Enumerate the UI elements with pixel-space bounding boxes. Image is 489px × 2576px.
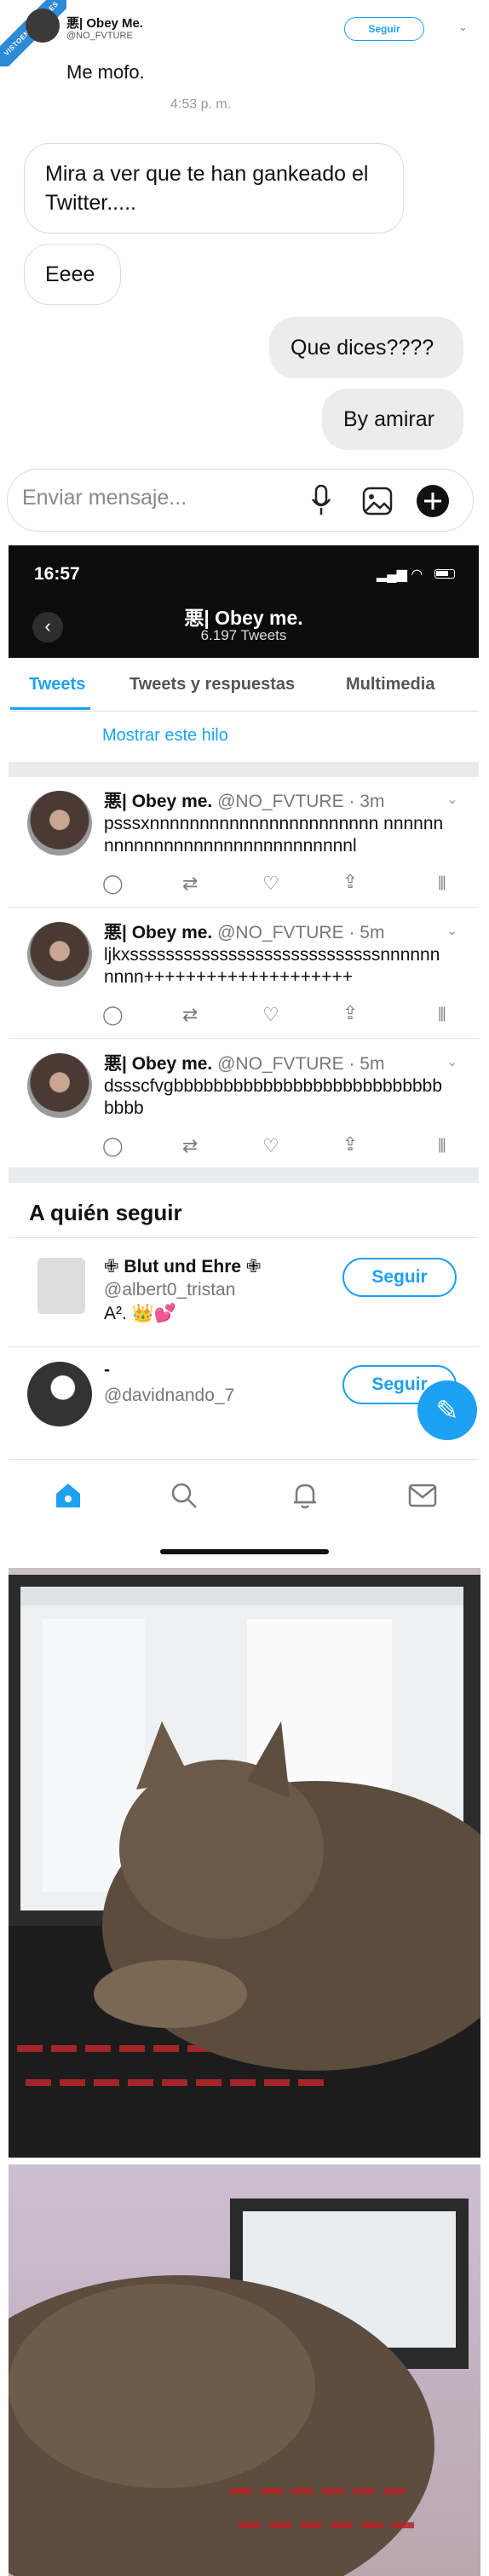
message-time: 4:53 p. m.: [170, 97, 232, 112]
follow-button[interactable]: Seguir: [342, 1258, 457, 1297]
analytics-icon[interactable]: ⦀: [438, 1135, 446, 1157]
tweet-count: 6.197 Tweets: [200, 627, 287, 643]
suggestion-bio: A². 👑💕: [104, 1304, 176, 1323]
tab-tweets[interactable]: Tweets: [29, 675, 85, 694]
avatar[interactable]: [26, 9, 60, 43]
like-icon[interactable]: ♡: [262, 1004, 279, 1026]
who-to-follow-title: A quién seguir: [29, 1200, 182, 1225]
photo-illustration: [9, 2199, 469, 2576]
tweet-text: psssxnnnnnnnnnnnnnnnnnnnnnnn nnnnnnnnnnn…: [104, 814, 444, 856]
tweet-text: Me mofo.: [66, 61, 145, 83]
message-text: Mira a ver que te han gankeado el Twitte…: [45, 162, 369, 215]
compose-icon[interactable]: ✎: [417, 1380, 477, 1440]
signal-icon: ▂▄▆ ◠: [377, 568, 423, 582]
divider: [9, 1346, 479, 1347]
tweet-text: ljkxssssssssssssssssssssssssssssnnnnnnnn…: [104, 945, 440, 987]
reply-icon[interactable]: ◯: [102, 873, 124, 895]
tab-indicator: [10, 707, 90, 710]
divider: [9, 907, 479, 908]
tweet-text: dssscfvgbbbbbbbbbbbbbbbbbbbbbbbbbbbbbbb: [104, 1076, 443, 1118]
avatar[interactable]: [27, 1053, 92, 1118]
composer-input[interactable]: Enviar mensaje...: [22, 486, 187, 510]
message-bubble-right: By amirar: [322, 389, 463, 450]
message-bubble-left: Eeee: [24, 244, 121, 305]
image-icon[interactable]: [361, 486, 394, 516]
retweet-icon[interactable]: ⇄: [182, 1135, 198, 1157]
divider: [9, 1038, 479, 1039]
bell-icon[interactable]: [290, 1480, 320, 1511]
status-time: 16:57: [34, 564, 80, 584]
battery-icon: [434, 569, 455, 579]
search-icon[interactable]: [169, 1480, 199, 1511]
tweet-author: 悪| Obey me.: [104, 792, 213, 811]
show-thread-link[interactable]: Mostrar este hilo: [102, 726, 228, 746]
home-icon[interactable]: [53, 1480, 83, 1511]
tweet-meta: @NO_FVTURE · 5m: [217, 1054, 385, 1074]
like-icon[interactable]: ♡: [262, 873, 279, 895]
profile-name: 悪| Obey me.: [184, 607, 303, 629]
home-indicator: [160, 1549, 329, 1554]
mail-icon[interactable]: [407, 1482, 438, 1509]
avatar[interactable]: [37, 1258, 85, 1314]
avatar[interactable]: [27, 791, 92, 856]
tweet-header: 悪| Obey me. @NO_FVTURE · 3m: [104, 787, 384, 813]
add-icon[interactable]: [416, 484, 450, 518]
tweet-meta: @NO_FVTURE · 3m: [217, 792, 385, 811]
like-icon[interactable]: ♡: [262, 1135, 279, 1157]
message-bubble-right: Que dices????: [269, 317, 463, 378]
tab-media[interactable]: Multimedia: [346, 675, 434, 694]
divider: [9, 762, 479, 777]
suggestion-name: -: [104, 1360, 110, 1380]
tweet-header: 悪| Obey me. @NO_FVTURE · 5m: [104, 919, 384, 944]
share-icon[interactable]: ⇪: [342, 1002, 358, 1024]
header-handle: @NO_FVTURE: [66, 31, 133, 41]
retweet-icon[interactable]: ⇄: [182, 1004, 198, 1026]
avatar[interactable]: [27, 1362, 92, 1426]
analytics-icon[interactable]: ⦀: [438, 1004, 446, 1026]
follow-button[interactable]: Seguir: [344, 17, 424, 41]
retweet-icon[interactable]: ⇄: [182, 873, 198, 895]
divider: [9, 1167, 479, 1183]
photo-cat-laptop: [9, 1568, 480, 2158]
photo-cat-keyboard: [9, 2164, 480, 2576]
suggestion-name: ✙ Blut und Ehre ✙: [104, 1257, 262, 1276]
share-icon[interactable]: ⇪: [342, 871, 358, 893]
avatar[interactable]: [27, 922, 92, 987]
tweet-author: 悪| Obey me.: [104, 1054, 213, 1074]
tab-tweets-replies[interactable]: Tweets y respuestas: [129, 675, 295, 694]
profile-tabs: Tweets Tweets y respuestas Multimedia: [9, 658, 479, 712]
analytics-icon[interactable]: ⦀: [438, 873, 446, 895]
suggestion-handle: @davidnando_7: [104, 1386, 235, 1405]
bottom-nav: [9, 1459, 479, 1536]
message-text: By amirar: [343, 406, 434, 431]
suggestion-handle: @albert0_tristan: [104, 1280, 236, 1300]
chevron-down-icon[interactable]: ⌄: [458, 20, 468, 34]
tweet-author: 悪| Obey me.: [104, 923, 213, 942]
header-tweet: 悪| Obey Me. @NO_FVTURE Seguir ⌄: [26, 5, 486, 56]
message-text: Eeee: [45, 262, 95, 286]
chevron-down-icon[interactable]: ⌄: [446, 791, 457, 808]
divider: [9, 1237, 479, 1238]
tweet-header: 悪| Obey me. @NO_FVTURE · 5m: [104, 1050, 384, 1075]
tweet-meta: @NO_FVTURE · 5m: [217, 923, 385, 942]
chevron-down-icon[interactable]: ⌄: [446, 1053, 457, 1070]
message-bubble-left: Mira a ver que te han gankeado el Twitte…: [24, 143, 404, 233]
header-name: 悪| Obey Me.: [66, 16, 144, 31]
chevron-down-icon[interactable]: ⌄: [446, 922, 457, 939]
mic-icon[interactable]: [310, 484, 332, 518]
message-text: Que dices????: [291, 335, 434, 360]
reply-icon[interactable]: ◯: [102, 1004, 124, 1026]
reply-icon[interactable]: ◯: [102, 1135, 124, 1157]
photo-illustration: [9, 1575, 480, 2158]
share-icon[interactable]: ⇪: [342, 1133, 358, 1155]
